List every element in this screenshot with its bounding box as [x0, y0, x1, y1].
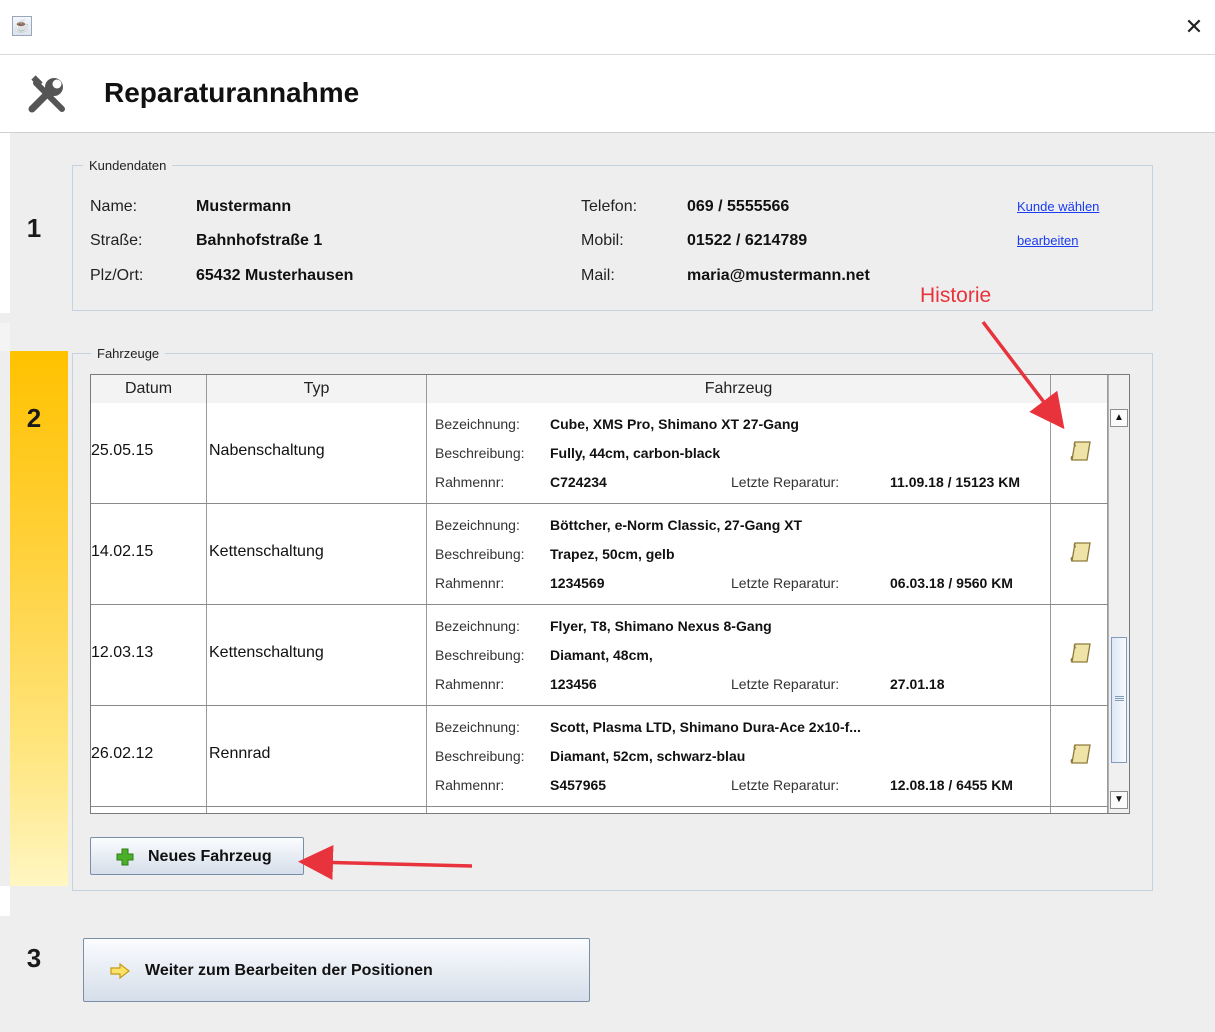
- history-arrow: [981, 320, 1065, 430]
- annotation-arrows: [298, 320, 1065, 881]
- new-vehicle-arrow: [298, 845, 473, 881]
